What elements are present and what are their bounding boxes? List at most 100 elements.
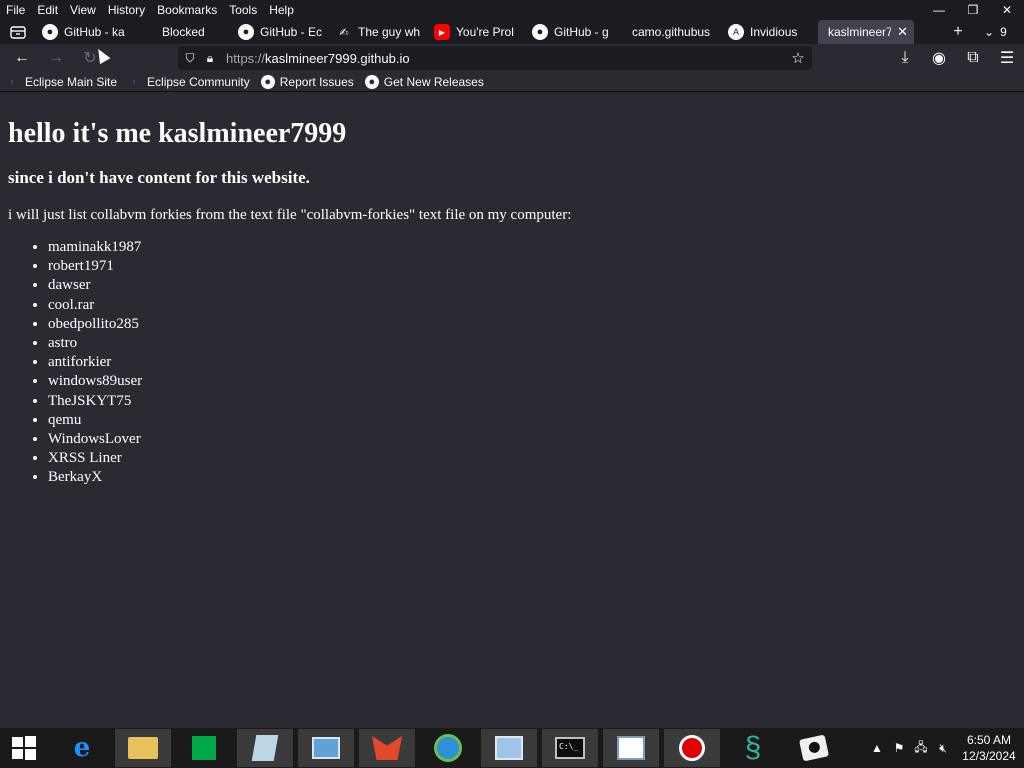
- menu-edit[interactable]: Edit: [31, 0, 64, 20]
- list-item: cool.rar: [48, 296, 1016, 315]
- tab-youtube[interactable]: ▶ You're Prol: [428, 20, 526, 44]
- tab-blocked[interactable]: Blocked: [136, 20, 232, 44]
- tab-camo[interactable]: camo.githubus: [624, 20, 722, 44]
- fox-app-icon[interactable]: [359, 729, 415, 767]
- record-button-icon[interactable]: [664, 729, 720, 767]
- forward-arrow-icon: →: [48, 49, 64, 66]
- clock-date: 12/3/2024: [962, 749, 1016, 763]
- bookmark-eclipse-main[interactable]: ◐ Eclipse Main Site: [0, 75, 122, 89]
- page-icon: ✍: [339, 26, 349, 39]
- bookmark-star-icon[interactable]: ☆: [788, 46, 808, 70]
- tab-kaslmineer-active[interactable]: kaslmineer7 ✕: [818, 20, 914, 44]
- address-bar[interactable]: ⛉ 🔒︎ https://kaslmineer7999.github.io ☆: [178, 46, 812, 70]
- invidious-icon: A: [728, 24, 744, 40]
- internet-explorer-icon[interactable]: e: [54, 729, 110, 767]
- system-clock[interactable]: 6:50 AM 12/3/2024: [954, 732, 1024, 764]
- tab-strip: ● GitHub - ka Blocked ● GitHub - Ec ✍ Th…: [0, 20, 1024, 44]
- page-content: hello it's me kaslmineer7999 since i don…: [0, 93, 1024, 724]
- nav-toolbar: ← → ↻ ⛉ 🔒︎ https://kaslmineer7999.github…: [0, 44, 1024, 72]
- list-item: WindowsLover: [48, 430, 1016, 449]
- store-icon[interactable]: [176, 729, 232, 767]
- account-button[interactable]: ◉: [922, 44, 956, 72]
- menu-help[interactable]: Help: [263, 0, 300, 20]
- menu-bar: File Edit View History Bookmarks Tools H…: [0, 0, 1024, 20]
- list-item: obedpollito285: [48, 315, 1016, 334]
- toolbar-right: ⤓ ◉ ⧉ ☰: [888, 44, 1024, 72]
- list-item: maminakk1987: [48, 238, 1016, 257]
- bookmark-eclipse-community[interactable]: ◐ Eclipse Community: [122, 75, 255, 89]
- puzzle-icon: ⧉: [967, 49, 979, 66]
- control-panel-icon[interactable]: [481, 729, 537, 767]
- restore-button[interactable]: ❐: [956, 0, 990, 20]
- back-button[interactable]: ←: [8, 44, 36, 72]
- firefox-view-button[interactable]: [0, 20, 36, 44]
- document-viewer-icon[interactable]: [603, 729, 659, 767]
- clock-time: 6:50 AM: [966, 733, 1012, 747]
- menu-history[interactable]: History: [102, 0, 151, 20]
- window-controls: — ❐ ✕: [922, 0, 1024, 20]
- firefox-view-icon: [10, 26, 26, 39]
- volume-muted-icon[interactable]: 🔇︎: [932, 728, 954, 768]
- chevron-down-icon: ⌄: [984, 25, 995, 39]
- bookmarks-toolbar: ◐ Eclipse Main Site ◐ Eclipse Community ● R…: [0, 72, 1024, 92]
- menu-view[interactable]: View: [64, 0, 102, 20]
- action-center-flag-icon[interactable]: ⚑: [888, 728, 910, 768]
- windows-logo-icon: [12, 736, 36, 760]
- url-text[interactable]: https://kaslmineer7999.github.io: [226, 51, 410, 66]
- list-item: TheJSKYT75: [48, 392, 1016, 411]
- photos-icon[interactable]: [298, 729, 354, 767]
- list-all-tabs-button[interactable]: ⌄ 9: [984, 20, 1007, 44]
- page-subheading: since i don't have content for this webs…: [8, 168, 310, 187]
- app-menu-button[interactable]: ☰: [990, 44, 1024, 72]
- close-tab-icon[interactable]: ✕: [897, 24, 908, 40]
- github-icon: ●: [238, 24, 254, 40]
- taskbar: e C:\_ § ▲ ⚑ 🖧︎ 🔇︎ 6:50 AM 12/3/2024: [0, 728, 1024, 768]
- downloads-button[interactable]: ⤓: [888, 44, 922, 72]
- forkies-list: maminakk1987 robert1971 dawser cool.rar …: [8, 238, 1016, 488]
- close-window-button[interactable]: ✕: [990, 0, 1024, 20]
- menu-bookmarks[interactable]: Bookmarks: [151, 0, 223, 20]
- youtube-icon: ▶: [434, 24, 450, 40]
- list-item: robert1971: [48, 257, 1016, 276]
- github-icon: ●: [42, 24, 58, 40]
- download-icon: ⤓: [901, 49, 909, 66]
- extensions-button[interactable]: ⧉: [956, 44, 990, 72]
- forward-button[interactable]: →: [42, 44, 70, 72]
- disc-app-icon[interactable]: [786, 729, 842, 767]
- tab-github-ec[interactable]: ● GitHub - Ec: [232, 20, 330, 44]
- tab-invidious[interactable]: A Invidious: [722, 20, 814, 44]
- globe-app-icon[interactable]: [420, 729, 476, 767]
- minimize-button[interactable]: —: [922, 0, 956, 20]
- github-icon: ●: [364, 74, 379, 89]
- new-tab-button[interactable]: +: [948, 20, 968, 44]
- lock-icon[interactable]: 🔒︎: [200, 46, 220, 70]
- file-explorer-icon[interactable]: [115, 729, 171, 767]
- tab-github-ka[interactable]: ● GitHub - ka: [36, 20, 136, 44]
- tab-the-guy[interactable]: ✍ The guy wh: [330, 20, 428, 44]
- bookmark-get-new-releases[interactable]: ● Get New Releases: [359, 74, 489, 89]
- bookmark-report-issues[interactable]: ● Report Issues: [255, 74, 359, 89]
- list-item: astro: [48, 334, 1016, 353]
- show-hidden-icons-icon[interactable]: ▲: [866, 728, 888, 768]
- list-item: windows89user: [48, 372, 1016, 391]
- notepad-icon[interactable]: [237, 729, 293, 767]
- eclipse-icon: ◐: [9, 75, 17, 88]
- menu-file[interactable]: File: [0, 0, 31, 20]
- network-icon[interactable]: 🖧︎: [910, 728, 932, 768]
- system-tray: ▲ ⚑ 🖧︎ 🔇︎ 6:50 AM 12/3/2024: [866, 728, 1024, 768]
- list-item: BerkayX: [48, 468, 1016, 487]
- list-item: XRSS Liner: [48, 449, 1016, 468]
- account-icon: ◉: [932, 50, 946, 67]
- page-heading: hello it's me kaslmineer7999: [8, 118, 347, 149]
- menu-tools[interactable]: Tools: [223, 0, 263, 20]
- list-item: antiforkier: [48, 353, 1016, 372]
- hamburger-icon: ☰: [999, 50, 1015, 67]
- tracking-shield-icon[interactable]: ⛉: [180, 46, 200, 70]
- eclipse-icon: ◐: [131, 75, 139, 88]
- start-button[interactable]: [0, 728, 48, 768]
- back-arrow-icon: ←: [14, 49, 30, 66]
- snake-app-icon[interactable]: §: [725, 729, 781, 767]
- list-item: dawser: [48, 276, 1016, 295]
- tab-github-g[interactable]: ● GitHub - g: [526, 20, 624, 44]
- command-prompt-icon[interactable]: C:\_: [542, 729, 598, 767]
